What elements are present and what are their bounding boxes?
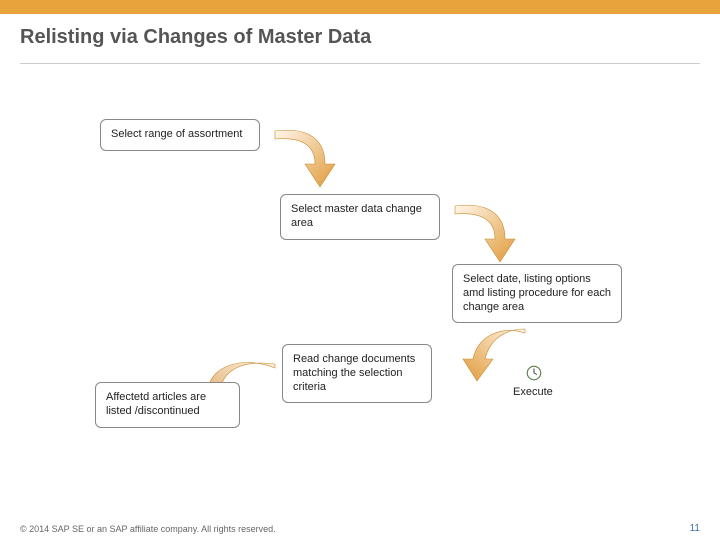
arrow-icon — [435, 319, 535, 389]
page-title: Relisting via Changes of Master Data — [0, 14, 720, 63]
copyright-text: © 2014 SAP SE or an SAP affiliate compan… — [20, 524, 276, 534]
clock-icon — [525, 364, 543, 382]
step-label: Select range of assortment — [111, 128, 242, 140]
arrow-icon — [270, 119, 350, 199]
brand-top-bar — [0, 0, 720, 14]
step-label: Affectetd articles are listed /discontin… — [106, 391, 206, 417]
step-select-date-options: Select date, listing options amd listing… — [452, 264, 622, 323]
step-read-change-documents: Read change documents matching the selec… — [282, 344, 432, 403]
step-label: Select master data change area — [291, 203, 422, 229]
arrow-icon — [450, 194, 530, 274]
step-select-assortment: Select range of assortment — [100, 119, 260, 151]
step-label: Select date, listing options amd listing… — [463, 273, 611, 313]
step-label: Read change documents matching the selec… — [293, 353, 415, 393]
footer: © 2014 SAP SE or an SAP affiliate compan… — [0, 523, 720, 534]
step-select-master-data-area: Select master data change area — [280, 194, 440, 240]
execute-label: Execute — [513, 386, 553, 398]
page-number: 11 — [690, 523, 700, 534]
flow-canvas: Select range of assortment Select master… — [0, 64, 720, 484]
step-affected-articles: Affectetd articles are listed /discontin… — [95, 382, 240, 428]
